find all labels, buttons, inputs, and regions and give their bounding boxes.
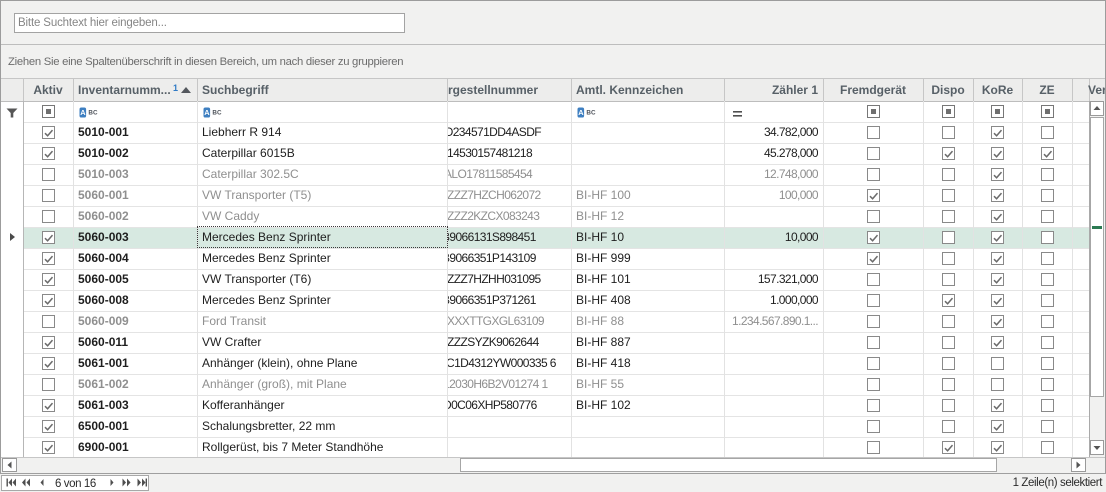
svg-text:A: A bbox=[204, 108, 210, 117]
svg-text:BC: BC bbox=[212, 110, 222, 117]
svg-text:A: A bbox=[80, 108, 86, 117]
svg-text:BC: BC bbox=[586, 110, 596, 117]
svg-text:A: A bbox=[578, 108, 584, 117]
svg-text:BC: BC bbox=[88, 110, 98, 117]
